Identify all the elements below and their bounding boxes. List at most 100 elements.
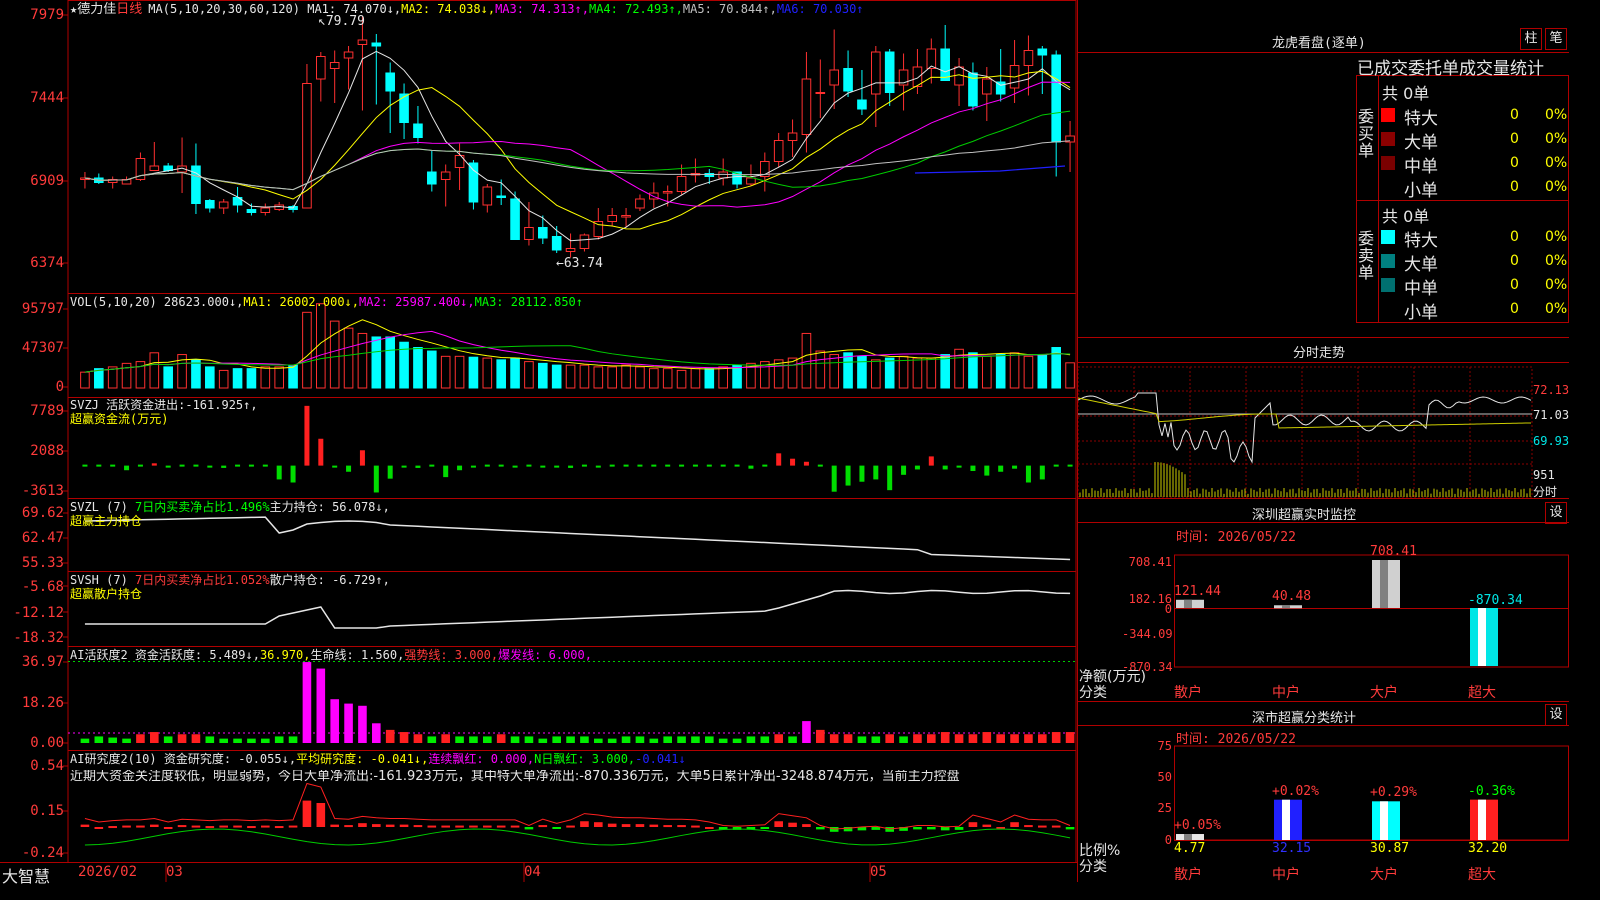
vol-bar-up bbox=[454, 355, 465, 389]
classify-value-label: 30.87 bbox=[1370, 841, 1410, 856]
ai-active-bar bbox=[302, 662, 312, 743]
chart-area[interactable]: ★德力佳日线 MA(5,10,20,30,60,120) MA1: 74.070↓… bbox=[0, 0, 1077, 886]
header-value: 强势线: 3.000, bbox=[404, 648, 499, 662]
ai-research-ytick: 0.54 bbox=[30, 758, 64, 774]
order-pct: 0% bbox=[1545, 131, 1568, 147]
candle-down bbox=[468, 162, 479, 203]
ai-active-bar bbox=[691, 736, 700, 743]
svzj-bar bbox=[359, 450, 365, 466]
classify-ytick: 25 bbox=[1157, 801, 1172, 815]
vol-bar-down bbox=[163, 366, 173, 389]
svzj-bar bbox=[373, 465, 379, 493]
header-value: 28112.850↑ bbox=[510, 295, 583, 309]
svzj-bar bbox=[554, 465, 560, 468]
order-qty: 0 bbox=[1510, 301, 1519, 317]
svzj-zero-mark bbox=[193, 464, 199, 467]
ai-active-bar bbox=[774, 734, 783, 743]
header-value: 25987.400↓, bbox=[395, 295, 475, 309]
ai-active-ytick: 0.00 bbox=[30, 735, 64, 751]
svzj-bar bbox=[748, 465, 754, 469]
header-value: 70.844↑, bbox=[719, 2, 777, 16]
svzj-header: SVZJ 活跃资金进出:-161.925↑, bbox=[70, 398, 258, 412]
ai-research-bar bbox=[594, 822, 603, 827]
ai-active-bar bbox=[288, 736, 298, 743]
ai-active-layer bbox=[68, 661, 1077, 743]
svzl-subtitle: 超赢主力持仓 bbox=[70, 514, 143, 528]
ai-active-bar bbox=[496, 734, 506, 743]
ai-active-bar bbox=[718, 738, 728, 743]
classify-settings-button[interactable]: 设 bbox=[1545, 704, 1567, 726]
ai-active-bar bbox=[247, 738, 256, 743]
monitor-time: 时间: 2026/05/22 bbox=[1176, 530, 1296, 545]
svzj-zero-mark bbox=[762, 464, 768, 467]
candle-down bbox=[385, 72, 395, 92]
svsh-header: SVSH (7) 7日内买卖净占比1.052%散户持仓: -6.729↑, bbox=[70, 573, 390, 587]
order-name: 大单 bbox=[1404, 255, 1438, 275]
svzj-bar bbox=[776, 453, 782, 466]
header-label: MA3: bbox=[495, 2, 532, 16]
candle-up bbox=[982, 78, 992, 95]
classify-value-label: 4.77 bbox=[1174, 841, 1206, 856]
vol-bar-down bbox=[468, 356, 479, 389]
high-price-label: ↖79.79 bbox=[318, 14, 365, 29]
buy-total: 共 0单 bbox=[1382, 84, 1430, 103]
ai-research-bar bbox=[788, 822, 797, 827]
candle-down bbox=[496, 195, 506, 198]
ai-research-comment: 近期大资金关注度较低，明显弱势，今日大单净流出:-161.923万元，其中特大单… bbox=[70, 770, 960, 784]
x-axis-label: 04 bbox=[524, 864, 541, 880]
header-label: MA4: bbox=[588, 2, 626, 16]
svzj-bar bbox=[1025, 465, 1031, 483]
svzj-bar bbox=[165, 465, 171, 468]
ai-active-bar bbox=[1038, 734, 1047, 743]
svzj-bar bbox=[124, 465, 130, 471]
svsh-ytick: -12.12 bbox=[13, 605, 64, 621]
header-value: 资金活跃度: 5.489↓, bbox=[134, 648, 260, 662]
ai-active-bar bbox=[566, 736, 575, 743]
ai-active-bar bbox=[802, 721, 811, 743]
ai-research-bar bbox=[455, 825, 464, 828]
panel-border bbox=[67, 397, 1077, 499]
monitor-category: 超大 bbox=[1468, 685, 1496, 701]
ai-active-bar bbox=[274, 736, 284, 743]
count-mode-button[interactable]: 笔 bbox=[1545, 28, 1567, 50]
classify-bar-shine bbox=[1478, 799, 1486, 840]
vol-bar-up bbox=[1023, 355, 1034, 389]
ai-research-bar bbox=[177, 825, 187, 828]
ai-active-bar bbox=[163, 736, 173, 743]
bar-mode-button[interactable]: 柱 bbox=[1520, 28, 1542, 50]
ai-active-ytick: 36.97 bbox=[21, 654, 64, 670]
candle-up bbox=[316, 56, 326, 80]
classify-bar bbox=[1176, 834, 1204, 840]
ai-active-bar bbox=[927, 734, 936, 743]
chart-canvas[interactable] bbox=[0, 0, 1077, 882]
ai-research-bar bbox=[163, 827, 173, 829]
ai-research-bar bbox=[94, 827, 104, 829]
ai-active-bar bbox=[885, 734, 894, 743]
vol-bar-down bbox=[968, 352, 978, 389]
ai-active-bar bbox=[982, 732, 992, 743]
ai-active-bar bbox=[635, 736, 645, 743]
order-pct: 0% bbox=[1545, 155, 1568, 171]
monitor-settings-button[interactable]: 设 bbox=[1545, 502, 1567, 524]
vol-bar-up bbox=[982, 355, 992, 389]
intraday-ytick: 69.93 bbox=[1533, 434, 1570, 448]
candle-up bbox=[787, 132, 798, 141]
order-name: 小单 bbox=[1404, 181, 1438, 201]
ai-active-bar bbox=[760, 736, 770, 743]
intraday-vol-tick: 951 bbox=[1533, 468, 1555, 482]
candle-up bbox=[524, 227, 534, 240]
svzj-layer bbox=[82, 405, 1073, 493]
vol-bar-up bbox=[871, 359, 881, 389]
monitor-axis-label: 分类 bbox=[1079, 685, 1107, 701]
ai-research-bar bbox=[635, 824, 645, 827]
ai-research-bar bbox=[968, 822, 978, 827]
ai-research-bar bbox=[191, 825, 201, 828]
svzj-zero-mark bbox=[623, 464, 629, 467]
ai-research-bar bbox=[913, 827, 922, 830]
order-name: 特大 bbox=[1404, 231, 1438, 251]
candle-up bbox=[440, 171, 451, 180]
candle-up bbox=[357, 39, 368, 45]
monitor-bar-shine bbox=[1478, 608, 1486, 666]
svzj-bar bbox=[318, 438, 324, 466]
ai-research-bar bbox=[136, 825, 145, 828]
